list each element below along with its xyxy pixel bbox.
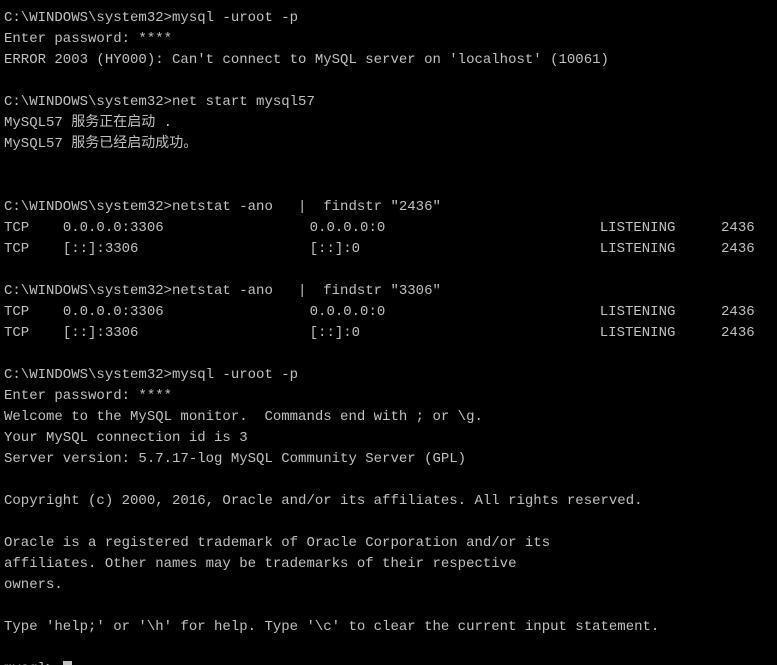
command-prompt-line: C:\WINDOWS\system32>mysql -uroot -p [4,365,773,386]
output-line: Copyright (c) 2000, 2016, Oracle and/or … [4,491,773,512]
empty-line [4,155,773,176]
empty-line [4,596,773,617]
tcp-row: TCP 0.0.0.0:3306 0.0.0.0:0 LISTENING 2436 [4,302,773,323]
terminal-window: C:\WINDOWS\system32>mysql -uroot -pEnter… [0,0,777,665]
tcp-local-address: [::]:3306 [63,323,223,344]
output-line: Your MySQL connection id is 3 [4,428,773,449]
command-prompt-line: C:\WINDOWS\system32>net start mysql57 [4,92,773,113]
tcp-local-address: [::]:3306 [63,239,223,260]
tcp-protocol: TCP [4,323,63,344]
tcp-row: TCP 0.0.0.0:3306 0.0.0.0:0 LISTENING 2436 [4,218,773,239]
empty-line [4,71,773,92]
tcp-pid: 2436 [721,239,773,260]
empty-line [4,638,773,659]
tcp-state: LISTENING [600,302,704,323]
tcp-foreign-address: [::]:0 [310,323,531,344]
tcp-state: LISTENING [600,323,704,344]
empty-line [4,176,773,197]
empty-line [4,260,773,281]
output-line: Enter password: **** [4,29,773,50]
tcp-protocol: TCP [4,239,63,260]
tcp-row: TCP [::]:3306 [::]:0 LISTENING 2436 [4,239,773,260]
tcp-protocol: TCP [4,218,63,239]
tcp-foreign-address: [::]:0 [310,239,531,260]
output-line: MySQL57 服务已经启动成功。 [4,134,773,155]
empty-line [4,470,773,491]
output-line: Welcome to the MySQL monitor. Commands e… [4,407,773,428]
tcp-foreign-address: 0.0.0.0:0 [310,302,531,323]
tcp-foreign-address: 0.0.0.0:0 [310,218,531,239]
tcp-protocol: TCP [4,302,63,323]
output-line: owners. [4,575,773,596]
output-line: affiliates. Other names may be trademark… [4,554,773,575]
output-line: ERROR 2003 (HY000): Can't connect to MyS… [4,50,773,71]
command-prompt-line: C:\WINDOWS\system32>mysql -uroot -p [4,8,773,29]
tcp-pid: 2436 [721,218,773,239]
tcp-local-address: 0.0.0.0:3306 [63,302,223,323]
empty-line [4,344,773,365]
empty-line [4,512,773,533]
output-line: MySQL57 服务正在启动 . [4,113,773,134]
tcp-pid: 2436 [721,323,773,344]
tcp-local-address: 0.0.0.0:3306 [63,218,223,239]
tcp-pid: 2436 [721,302,773,323]
tcp-state: LISTENING [600,218,704,239]
output-line: Type 'help;' or '\h' for help. Type '\c'… [4,617,773,638]
mysql-prompt-line[interactable]: mysql> [4,659,773,665]
cursor [63,661,72,665]
output-line: Server version: 5.7.17-log MySQL Communi… [4,449,773,470]
output-line: Enter password: **** [4,386,773,407]
command-prompt-line: C:\WINDOWS\system32>netstat -ano | finds… [4,281,773,302]
tcp-row: TCP [::]:3306 [::]:0 LISTENING 2436 [4,323,773,344]
command-prompt-line: C:\WINDOWS\system32>netstat -ano | finds… [4,197,773,218]
tcp-state: LISTENING [600,239,704,260]
output-line: Oracle is a registered trademark of Orac… [4,533,773,554]
